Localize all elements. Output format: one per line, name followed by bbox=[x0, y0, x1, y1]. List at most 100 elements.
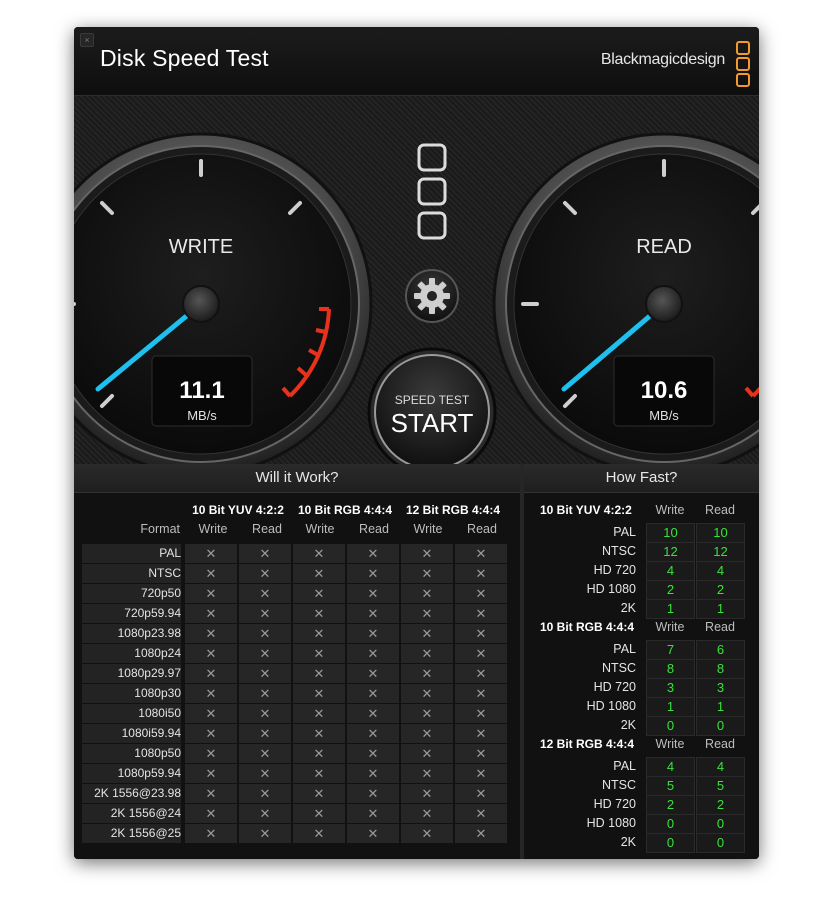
table-row: 1080p50 ✕ ✕ ✕ ✕ ✕ ✕ bbox=[82, 744, 510, 763]
start-label: START bbox=[391, 408, 474, 438]
format-label: 1080i59.94 bbox=[82, 724, 181, 743]
fail-mark-icon: ✕ bbox=[401, 544, 453, 563]
write-speed-value: 12 bbox=[646, 542, 695, 562]
fail-mark-icon: ✕ bbox=[401, 784, 453, 803]
fail-mark-icon: ✕ bbox=[455, 824, 507, 843]
write-column-header: Write bbox=[655, 737, 685, 751]
fail-mark-icon: ✕ bbox=[455, 804, 507, 823]
will-it-work-group-header: 10 Bit YUV 4:2:2 bbox=[192, 503, 284, 517]
how-fast-format-label: HD 1080 bbox=[586, 699, 636, 713]
write-speed-value: 0 bbox=[646, 814, 695, 834]
fail-mark-icon: ✕ bbox=[293, 624, 345, 643]
how-fast-format-label: HD 720 bbox=[593, 680, 636, 694]
table-row: 1080p23.98 ✕ ✕ ✕ ✕ ✕ ✕ bbox=[82, 624, 510, 643]
fail-mark-icon: ✕ bbox=[347, 604, 399, 623]
format-label: 1080p30 bbox=[82, 684, 181, 703]
fail-mark-icon: ✕ bbox=[293, 564, 345, 583]
fail-mark-icon: ✕ bbox=[239, 664, 291, 683]
fail-mark-icon: ✕ bbox=[401, 584, 453, 603]
fail-mark-icon: ✕ bbox=[239, 784, 291, 803]
fail-mark-icon: ✕ bbox=[239, 724, 291, 743]
format-label: 720p50 bbox=[82, 584, 181, 603]
fail-mark-icon: ✕ bbox=[239, 684, 291, 703]
format-label: NTSC bbox=[82, 564, 181, 583]
fail-mark-icon: ✕ bbox=[185, 544, 237, 563]
read-unit: MB/s bbox=[649, 408, 679, 423]
start-button[interactable]: SPEED TEST START bbox=[367, 347, 497, 467]
fail-mark-icon: ✕ bbox=[455, 624, 507, 643]
fail-mark-icon: ✕ bbox=[455, 744, 507, 763]
fail-mark-icon: ✕ bbox=[347, 744, 399, 763]
fail-mark-icon: ✕ bbox=[401, 664, 453, 683]
fail-mark-icon: ✕ bbox=[185, 704, 237, 723]
table-row: 1080p29.97 ✕ ✕ ✕ ✕ ✕ ✕ bbox=[82, 664, 510, 683]
fail-mark-icon: ✕ bbox=[347, 824, 399, 843]
fail-mark-icon: ✕ bbox=[185, 804, 237, 823]
fail-mark-icon: ✕ bbox=[455, 564, 507, 583]
read-speed-value: 4 bbox=[696, 757, 745, 777]
write-value: 11.1 bbox=[179, 377, 224, 404]
how-fast-group-header: 10 Bit YUV 4:2:2 bbox=[540, 503, 632, 517]
read-speed-value: 12 bbox=[696, 542, 745, 562]
how-fast-title: How Fast? bbox=[524, 464, 759, 493]
fail-mark-icon: ✕ bbox=[455, 784, 507, 803]
write-speed-value: 2 bbox=[646, 795, 695, 815]
read-column-header: Read bbox=[467, 522, 497, 536]
fail-mark-icon: ✕ bbox=[347, 624, 399, 643]
stacked-squares-icon[interactable] bbox=[417, 143, 447, 240]
format-label: 720p59.94 bbox=[82, 604, 181, 623]
write-column-header: Write bbox=[655, 503, 685, 517]
read-gauge: READ 10.6 MB/s bbox=[492, 132, 759, 467]
how-fast-format-label: HD 1080 bbox=[586, 816, 636, 830]
format-label: 2K 1556@24 bbox=[82, 804, 181, 823]
how-fast-format-label: PAL bbox=[613, 759, 636, 773]
how-fast-format-label: PAL bbox=[613, 525, 636, 539]
format-label: 2K 1556@25 bbox=[82, 824, 181, 843]
read-speed-value: 0 bbox=[696, 833, 745, 853]
write-speed-value: 5 bbox=[646, 776, 695, 796]
read-column-header: Read bbox=[705, 737, 735, 751]
fail-mark-icon: ✕ bbox=[401, 624, 453, 643]
format-label: PAL bbox=[82, 544, 181, 563]
table-row: 1080i50 ✕ ✕ ✕ ✕ ✕ ✕ bbox=[82, 704, 510, 723]
fail-mark-icon: ✕ bbox=[293, 684, 345, 703]
read-needle-hub bbox=[645, 285, 683, 323]
fail-mark-icon: ✕ bbox=[185, 824, 237, 843]
will-it-work-title: Will it Work? bbox=[74, 464, 520, 493]
fail-mark-icon: ✕ bbox=[347, 664, 399, 683]
write-column-header: Write bbox=[655, 620, 685, 634]
fail-mark-icon: ✕ bbox=[239, 744, 291, 763]
read-speed-value: 3 bbox=[696, 678, 745, 698]
fail-mark-icon: ✕ bbox=[185, 584, 237, 603]
fail-mark-icon: ✕ bbox=[455, 604, 507, 623]
fail-mark-icon: ✕ bbox=[401, 704, 453, 723]
fail-mark-icon: ✕ bbox=[239, 544, 291, 563]
gear-icon[interactable] bbox=[405, 269, 459, 323]
fail-mark-icon: ✕ bbox=[293, 724, 345, 743]
fail-mark-icon: ✕ bbox=[185, 684, 237, 703]
how-fast-format-label: HD 720 bbox=[593, 563, 636, 577]
fail-mark-icon: ✕ bbox=[455, 584, 507, 603]
read-speed-value: 1 bbox=[696, 599, 745, 619]
how-fast-format-label: 2K bbox=[620, 718, 636, 732]
read-speed-value: 2 bbox=[696, 795, 745, 815]
fail-mark-icon: ✕ bbox=[293, 744, 345, 763]
write-speed-value: 0 bbox=[646, 716, 695, 736]
fail-mark-icon: ✕ bbox=[185, 764, 237, 783]
fail-mark-icon: ✕ bbox=[347, 704, 399, 723]
fail-mark-icon: ✕ bbox=[293, 704, 345, 723]
format-label: 1080p24 bbox=[82, 644, 181, 663]
read-speed-value: 0 bbox=[696, 814, 745, 834]
table-row: 720p50 ✕ ✕ ✕ ✕ ✕ ✕ bbox=[82, 584, 510, 603]
table-row: 1080p59.94 ✕ ✕ ✕ ✕ ✕ ✕ bbox=[82, 764, 510, 783]
gauge-area: WRITE 11.1 MB/s READ 10.6 MB/s SPEED TES… bbox=[74, 96, 759, 467]
table-row: 1080i59.94 ✕ ✕ ✕ ✕ ✕ ✕ bbox=[82, 724, 510, 743]
fail-mark-icon: ✕ bbox=[293, 544, 345, 563]
fail-mark-icon: ✕ bbox=[239, 704, 291, 723]
how-fast-format-label: 2K bbox=[620, 835, 636, 849]
app-window: × Disk Speed Test Blackmagicdesign WRITE… bbox=[74, 27, 759, 859]
read-label: READ bbox=[636, 236, 692, 258]
format-label: 1080p29.97 bbox=[82, 664, 181, 683]
write-needle-hub bbox=[182, 285, 220, 323]
fail-mark-icon: ✕ bbox=[347, 584, 399, 603]
